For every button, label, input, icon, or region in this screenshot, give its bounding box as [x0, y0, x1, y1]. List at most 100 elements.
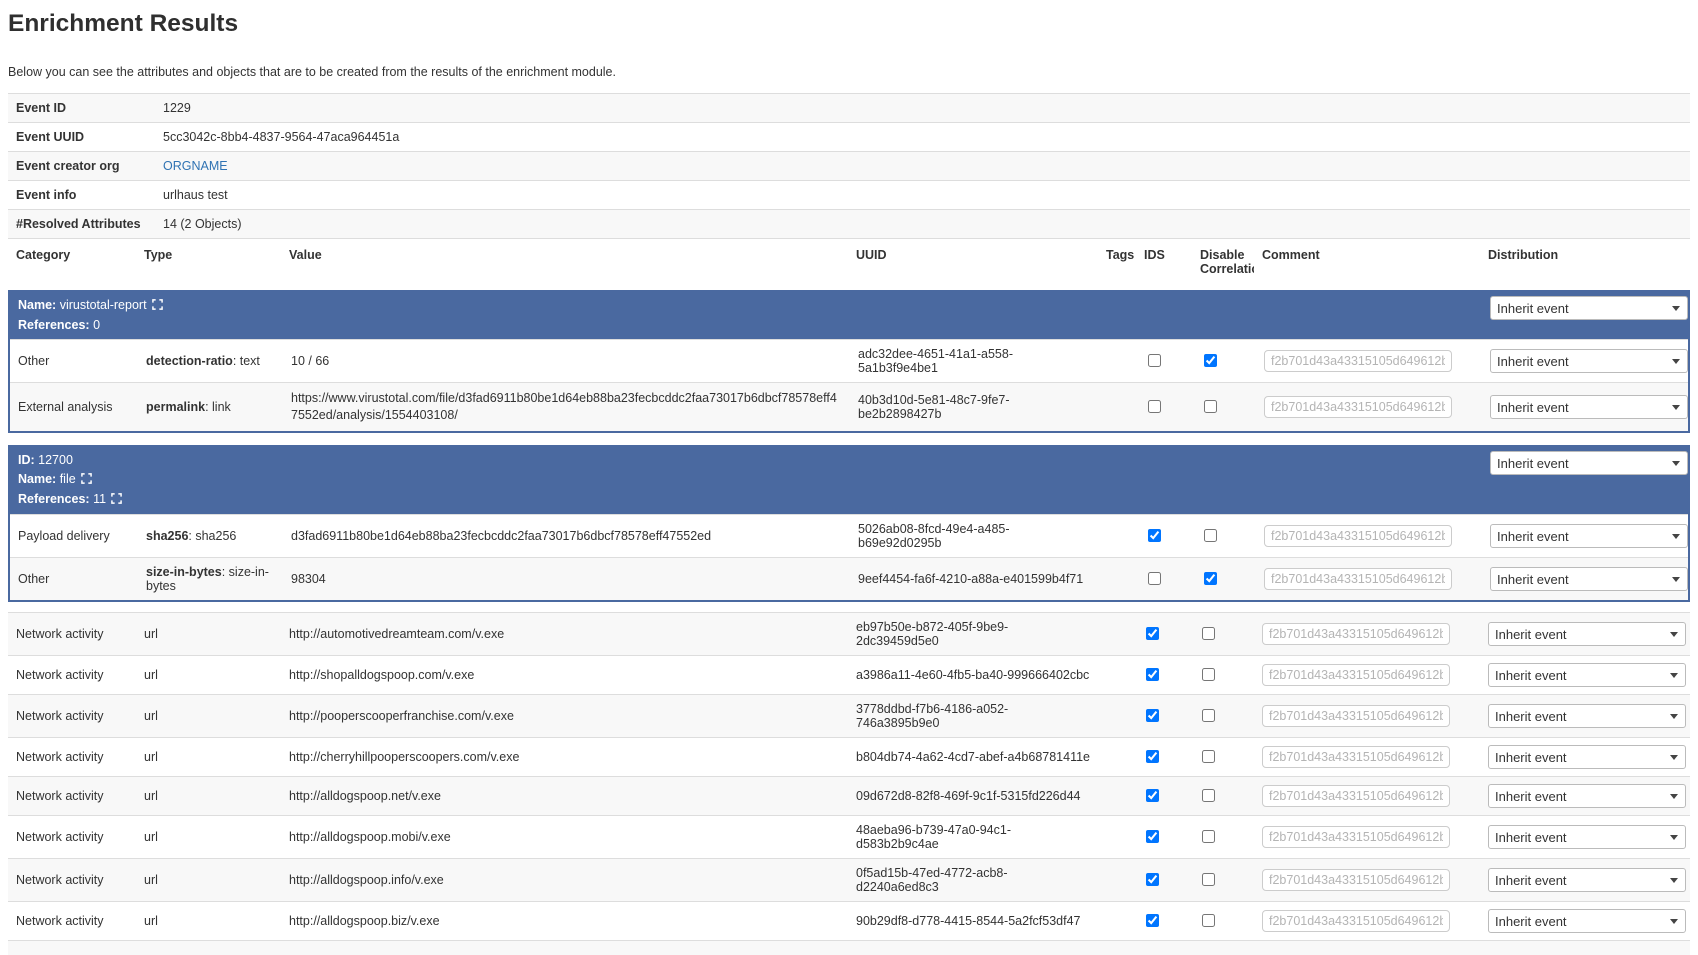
object-name: file: [60, 472, 76, 486]
attribute-value: https://www.virustotal.com/file/d3fad691…: [283, 383, 850, 432]
disable-correlation-checkbox[interactable]: [1202, 789, 1215, 802]
comment-input[interactable]: [1262, 746, 1450, 768]
table-row: Network activity url http://pooperscoope…: [8, 695, 1690, 738]
object-name-label: Name:: [18, 298, 56, 312]
comment-input[interactable]: [1262, 623, 1450, 645]
disable-correlation-checkbox[interactable]: [1204, 572, 1217, 585]
ids-checkbox[interactable]: [1146, 914, 1159, 927]
event-info-row: #Resolved Attributes 14 (2 Objects): [8, 210, 1690, 239]
attribute-uuid: 48aeba96-b739-47a0-94c1-d583b2b9c4ae: [848, 816, 1098, 859]
column-category: Category: [8, 239, 136, 291]
distribution-select[interactable]: Inherit event: [1490, 296, 1688, 320]
distribution-select[interactable]: Inherit event: [1488, 745, 1686, 769]
table-row: Network activity url http://alldogspoop.…: [8, 777, 1690, 816]
attribute-type: url: [136, 902, 281, 941]
event-id-label: Event ID: [8, 94, 155, 123]
attribute-uuid: a3986a11-4e60-4fb5-ba40-999666402cbc: [848, 656, 1098, 695]
table-row: [8, 941, 1690, 955]
attribute-uuid: adc32dee-4651-41a1-a558-5a1b3f9e4be1: [850, 340, 1100, 383]
attribute-value: 98304: [283, 558, 850, 601]
attribute-tags: [1098, 613, 1136, 656]
comment-input[interactable]: [1264, 396, 1452, 418]
disable-correlation-checkbox[interactable]: [1202, 914, 1215, 927]
distribution-select[interactable]: Inherit event: [1488, 909, 1686, 933]
distribution-select[interactable]: Inherit event: [1490, 567, 1688, 591]
distribution-select[interactable]: Inherit event: [1490, 524, 1688, 548]
disable-correlation-checkbox[interactable]: [1202, 668, 1215, 681]
attribute-uuid: 5026ab08-8fcd-49e4-a485-b69e92d0295b: [850, 515, 1100, 558]
ids-checkbox[interactable]: [1146, 750, 1159, 763]
ids-checkbox[interactable]: [1146, 789, 1159, 802]
attribute-tags: [1098, 695, 1136, 738]
object-references: 0: [93, 318, 100, 332]
attribute-value: d3fad6911b80be1d64eb88ba23fecbcddc2faa73…: [283, 515, 850, 558]
attribute-uuid: eb97b50e-b872-405f-9be9-2dc39459d5e0: [848, 613, 1098, 656]
disable-correlation-checkbox[interactable]: [1202, 709, 1215, 722]
comment-input[interactable]: [1262, 705, 1450, 727]
ids-checkbox[interactable]: [1146, 627, 1159, 640]
disable-correlation-checkbox[interactable]: [1204, 529, 1217, 542]
column-ids: IDS: [1136, 239, 1192, 291]
ids-checkbox[interactable]: [1148, 572, 1161, 585]
table-row: Network activity url http://cherryhillpo…: [8, 738, 1690, 777]
distribution-select[interactable]: Inherit event: [1488, 784, 1686, 808]
attribute-uuid: 90b29df8-d778-4415-8544-5a2fcf53df47: [848, 902, 1098, 941]
event-uuid-label: Event UUID: [8, 123, 155, 152]
column-distribution: Distribution: [1480, 239, 1690, 291]
ids-checkbox[interactable]: [1148, 354, 1161, 367]
comment-input[interactable]: [1262, 910, 1450, 932]
disable-correlation-checkbox[interactable]: [1202, 750, 1215, 763]
ids-checkbox[interactable]: [1146, 668, 1159, 681]
ids-checkbox[interactable]: [1146, 830, 1159, 843]
event-info-row: Event UUID 5cc3042c-8bb4-4837-9564-47aca…: [8, 123, 1690, 152]
ids-checkbox[interactable]: [1148, 529, 1161, 542]
event-creator-org-link[interactable]: ORGNAME: [163, 159, 228, 173]
comment-input[interactable]: [1262, 869, 1450, 891]
distribution-select[interactable]: Inherit event: [1488, 868, 1686, 892]
attribute-type: detection-ratio: text: [138, 340, 283, 383]
ids-checkbox[interactable]: [1146, 709, 1159, 722]
attribute-uuid: 40b3d10d-5e81-48c7-9fe7-be2b2898427b: [850, 383, 1100, 432]
column-type: Type: [136, 239, 281, 291]
attribute-category: Network activity: [8, 656, 136, 695]
page-title: Enrichment Results: [8, 10, 1690, 38]
attribute-type: sha256: sha256: [138, 515, 283, 558]
disable-correlation-checkbox[interactable]: [1202, 627, 1215, 640]
disable-correlation-checkbox[interactable]: [1204, 354, 1217, 367]
distribution-select[interactable]: Inherit event: [1490, 349, 1688, 373]
ids-checkbox[interactable]: [1146, 873, 1159, 886]
distribution-select[interactable]: Inherit event: [1488, 704, 1686, 728]
attribute-category: Network activity: [8, 816, 136, 859]
object-header: Name: virustotal-report References: 0 In…: [10, 292, 1688, 340]
attribute-category: Network activity: [8, 902, 136, 941]
attribute-type: url: [136, 656, 281, 695]
expand-icon[interactable]: [152, 298, 163, 315]
column-disable-correlation: Disable Correlation: [1192, 239, 1254, 291]
disable-correlation-checkbox[interactable]: [1202, 830, 1215, 843]
event-info-row: Event ID 1229: [8, 94, 1690, 123]
attribute-table-header: Category Type Value UUID Tags IDS Disabl…: [8, 238, 1690, 290]
distribution-select[interactable]: Inherit event: [1490, 395, 1688, 419]
comment-input[interactable]: [1262, 785, 1450, 807]
expand-icon[interactable]: [81, 472, 92, 489]
attribute-value: http://alldogspoop.biz/v.exe: [281, 902, 848, 941]
disable-correlation-checkbox[interactable]: [1204, 400, 1217, 413]
comment-input[interactable]: [1262, 826, 1450, 848]
comment-input[interactable]: [1262, 664, 1450, 686]
disable-correlation-checkbox[interactable]: [1202, 873, 1215, 886]
attribute-category: Network activity: [8, 859, 136, 902]
attribute-type: permalink: link: [138, 383, 283, 432]
distribution-select[interactable]: Inherit event: [1488, 622, 1686, 646]
distribution-select[interactable]: Inherit event: [1488, 825, 1686, 849]
event-info-row: Event creator org ORGNAME: [8, 152, 1690, 181]
distribution-select[interactable]: Inherit event: [1488, 663, 1686, 687]
column-value: Value: [281, 239, 848, 291]
attribute-type: url: [136, 613, 281, 656]
attribute-value: http://alldogspoop.mobi/v.exe: [281, 816, 848, 859]
distribution-select[interactable]: Inherit event: [1490, 451, 1688, 475]
comment-input[interactable]: [1264, 350, 1452, 372]
comment-input[interactable]: [1264, 525, 1452, 547]
comment-input[interactable]: [1264, 568, 1452, 590]
expand-icon[interactable]: [111, 492, 122, 509]
ids-checkbox[interactable]: [1148, 400, 1161, 413]
